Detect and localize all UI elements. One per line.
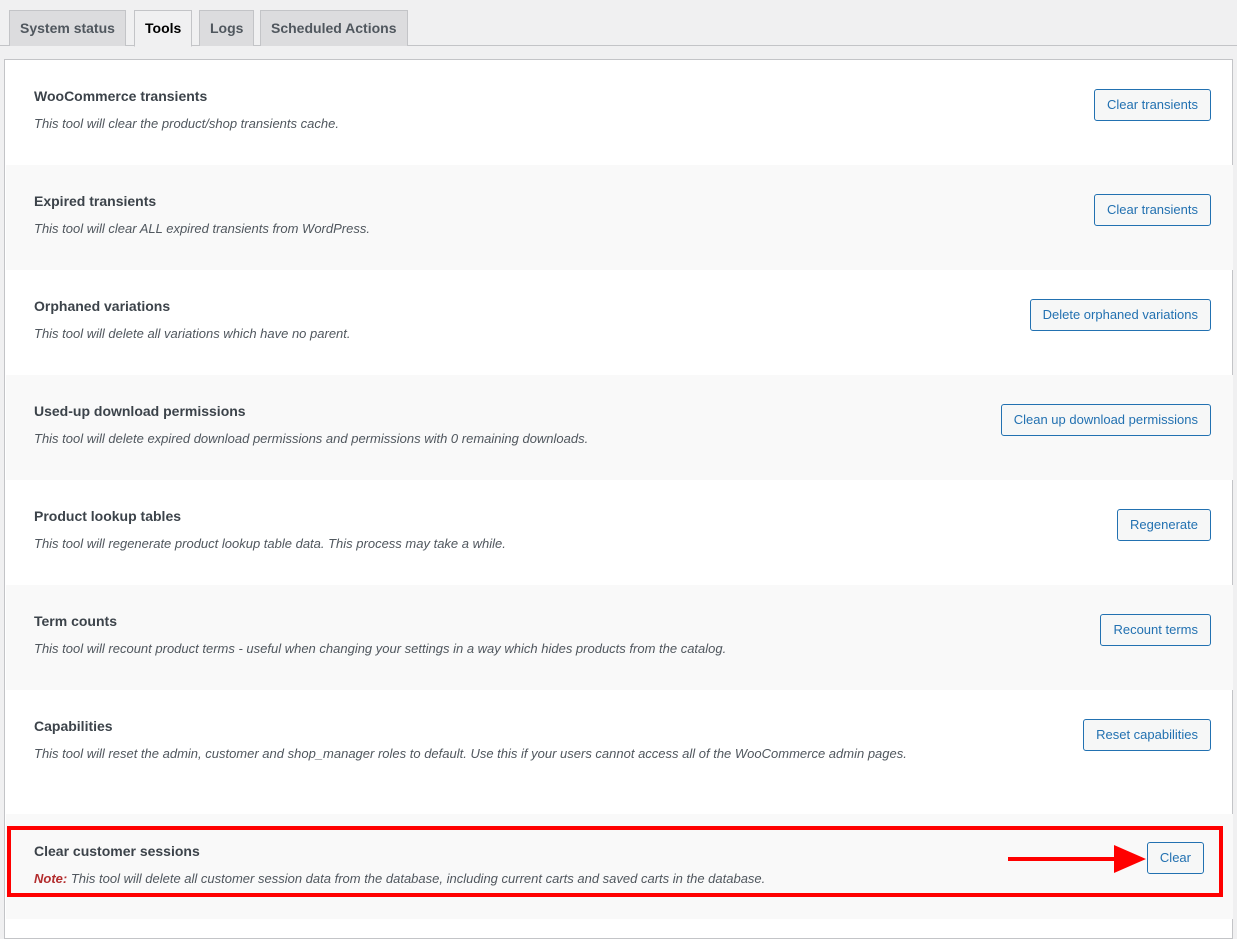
clear-transients-button[interactable]: Clear transients: [1093, 89, 1211, 121]
tab-scheduled-actions[interactable]: Scheduled Actions: [260, 10, 408, 46]
regenerate-button[interactable]: Regenerate: [1117, 509, 1211, 541]
tool-title: Term counts: [34, 613, 117, 629]
tool-row-capabilities: Capabilities This tool will reset the ad…: [6, 690, 1233, 795]
tool-title: Capabilities: [34, 718, 113, 734]
tool-title: Expired transients: [34, 193, 157, 209]
reset-capabilities-button[interactable]: Reset capabilities: [1083, 719, 1211, 751]
tool-title: Product lookup tables: [34, 508, 182, 524]
delete-orphaned-variations-button[interactable]: Delete orphaned variations: [1029, 299, 1211, 331]
tab-bar: System status Tools Logs Scheduled Actio…: [0, 0, 1237, 47]
arrow-right-icon: [1008, 845, 1146, 873]
tool-row-download-permissions: Used-up download permissions This tool w…: [6, 375, 1233, 480]
tool-title: Used-up download permissions: [34, 403, 246, 419]
tool-description: This tool will reset the admin, customer…: [34, 746, 907, 761]
clear-expired-transients-button[interactable]: Clear transients: [1093, 194, 1211, 226]
recount-terms-button[interactable]: Recount terms: [1100, 614, 1211, 646]
tab-system-status[interactable]: System status: [9, 10, 126, 46]
tool-description: This tool will clear the product/shop tr…: [34, 116, 339, 131]
tool-title: Orphaned variations: [34, 298, 171, 314]
tool-description: This tool will recount product terms - u…: [34, 641, 727, 656]
tool-description: This tool will delete expired download p…: [34, 431, 589, 446]
tools-panel: WooCommerce transients This tool will cl…: [4, 59, 1233, 939]
tool-description: This tool will delete all variations whi…: [34, 326, 351, 341]
tool-row-expired-transients: Expired transients This tool will clear …: [6, 165, 1233, 270]
tool-description: This tool will clear ALL expired transie…: [34, 221, 370, 236]
tool-title: WooCommerce transients: [34, 88, 208, 104]
tab-logs[interactable]: Logs: [199, 10, 255, 46]
tool-description: This tool will regenerate product lookup…: [34, 536, 506, 551]
tab-tools[interactable]: Tools: [134, 10, 193, 47]
tool-row-product-lookup-tables: Product lookup tables This tool will reg…: [6, 480, 1233, 585]
tool-row-orphaned-variations: Orphaned variations This tool will delet…: [6, 270, 1233, 375]
clean-up-download-permissions-button[interactable]: Clean up download permissions: [1000, 404, 1211, 436]
tool-row-woocommerce-transients: WooCommerce transients This tool will cl…: [6, 60, 1233, 165]
tool-row-term-counts: Term counts This tool will recount produ…: [6, 585, 1233, 690]
